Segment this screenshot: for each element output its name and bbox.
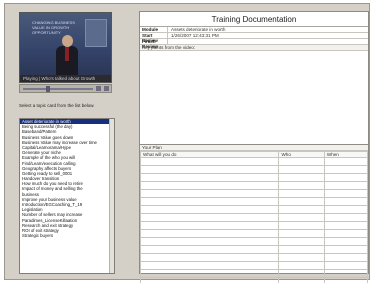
plan-row bbox=[139, 213, 369, 222]
plan-row bbox=[139, 269, 369, 278]
plan-cell-who[interactable] bbox=[278, 189, 325, 198]
plan-cell-what[interactable] bbox=[139, 189, 280, 198]
plan-cell-who[interactable] bbox=[278, 245, 325, 254]
plan-row bbox=[139, 253, 369, 262]
doc-title: Training Documentation bbox=[140, 12, 368, 27]
meta-label: Finish Review bbox=[140, 39, 168, 49]
plan-cell-what[interactable] bbox=[139, 165, 280, 174]
plan-cell-what[interactable] bbox=[139, 245, 280, 254]
meta-label: Module bbox=[140, 27, 168, 32]
meta-value[interactable]: Assets deteriorate in worth bbox=[168, 27, 225, 32]
meta-value[interactable] bbox=[168, 39, 171, 44]
plan-cell-who[interactable] bbox=[278, 213, 325, 222]
plan-row bbox=[139, 181, 369, 190]
plan-row bbox=[139, 205, 369, 214]
plan-cell-when[interactable] bbox=[323, 157, 369, 166]
plan-row bbox=[139, 277, 369, 283]
plan-cell-when[interactable] bbox=[323, 229, 369, 238]
plan-cell-what[interactable] bbox=[139, 261, 280, 270]
plan-cell-who[interactable] bbox=[278, 277, 325, 283]
plan-cell-who[interactable] bbox=[278, 237, 325, 246]
volume-button[interactable] bbox=[104, 86, 109, 91]
video-player[interactable]: CHANGING BUSINESS VALUE IN GROWTH OPPORT… bbox=[19, 12, 112, 83]
plan-row bbox=[139, 157, 369, 166]
plan-cell-when[interactable] bbox=[323, 165, 369, 174]
topic-items: Asset deteriorate in worth Being successf… bbox=[20, 119, 114, 238]
presentation-board bbox=[85, 19, 107, 47]
plan-cell-who[interactable] bbox=[278, 221, 325, 230]
presenter-tie bbox=[65, 47, 69, 61]
plan-cell-when[interactable] bbox=[323, 237, 369, 246]
plan-row bbox=[139, 261, 369, 270]
plan-cell-what[interactable] bbox=[139, 229, 280, 238]
seek-thumb[interactable] bbox=[46, 86, 50, 92]
topic-instruction: Select a topic card from the list below. bbox=[19, 103, 95, 108]
application-window: CHANGING BUSINESS VALUE IN GROWTH OPPORT… bbox=[4, 3, 370, 283]
plan-row bbox=[139, 173, 369, 182]
meta-label: Start Review bbox=[140, 33, 168, 43]
plan-cell-when[interactable] bbox=[323, 253, 369, 262]
play-pause-button[interactable] bbox=[96, 86, 101, 91]
plan-row bbox=[139, 221, 369, 230]
plan-cell-who[interactable] bbox=[278, 165, 325, 174]
plan-cell-what[interactable] bbox=[139, 157, 280, 166]
plan-cell-when[interactable] bbox=[323, 181, 369, 190]
plan-cell-what[interactable] bbox=[139, 197, 280, 206]
plan-row bbox=[139, 189, 369, 198]
topic-item[interactable]: Strategic buyers bbox=[20, 233, 114, 238]
plan-cell-when[interactable] bbox=[323, 245, 369, 254]
plan-cell-what[interactable] bbox=[139, 205, 280, 214]
meta-value[interactable]: 1/26/2007 12:43:31 PM bbox=[168, 33, 219, 38]
plan-cell-who[interactable] bbox=[278, 261, 325, 270]
plan-cell-who[interactable] bbox=[278, 229, 325, 238]
plan-cell-who[interactable] bbox=[278, 205, 325, 214]
plan-cell-what[interactable] bbox=[139, 221, 280, 230]
plan-rows bbox=[139, 157, 369, 283]
plan-cell-who[interactable] bbox=[278, 269, 325, 278]
plan-cell-who[interactable] bbox=[278, 173, 325, 182]
plan-cell-when[interactable] bbox=[323, 197, 369, 206]
presenter-head bbox=[62, 35, 73, 47]
plan-cell-what[interactable] bbox=[139, 173, 280, 182]
plan-cell-who[interactable] bbox=[278, 253, 325, 262]
training-documentation-panel: Training Documentation Module Assets det… bbox=[139, 11, 369, 283]
topic-list[interactable]: Asset deteriorate in worth Being successf… bbox=[19, 118, 115, 274]
plan-cell-what[interactable] bbox=[139, 253, 280, 262]
plan-cell-what[interactable] bbox=[139, 269, 280, 278]
keypoints-textarea[interactable] bbox=[140, 51, 368, 145]
plan-row bbox=[139, 237, 369, 246]
plan-cell-when[interactable] bbox=[323, 205, 369, 214]
plan-row bbox=[139, 197, 369, 206]
plan-cell-when[interactable] bbox=[323, 261, 369, 270]
plan-cell-when[interactable] bbox=[323, 213, 369, 222]
plan-row bbox=[139, 229, 369, 238]
video-controls[interactable] bbox=[19, 84, 112, 93]
plan-cell-who[interactable] bbox=[278, 157, 325, 166]
video-caption: Playing | Who's talked about Growth bbox=[20, 75, 111, 82]
plan-cell-who[interactable] bbox=[278, 197, 325, 206]
plan-cell-when[interactable] bbox=[323, 221, 369, 230]
video-slide-text: CHANGING BUSINESS VALUE IN GROWTH OPPORT… bbox=[32, 20, 75, 35]
plan-cell-who[interactable] bbox=[278, 181, 325, 190]
plan-row bbox=[139, 245, 369, 254]
plan-cell-what[interactable] bbox=[139, 181, 280, 190]
plan-cell-when[interactable] bbox=[323, 277, 369, 283]
seek-track[interactable] bbox=[23, 88, 93, 90]
plan-table: What will you do Who When bbox=[139, 151, 369, 283]
topic-list-scrollbar[interactable] bbox=[109, 119, 114, 273]
plan-cell-what[interactable] bbox=[139, 237, 280, 246]
plan-cell-when[interactable] bbox=[323, 189, 369, 198]
plan-cell-what[interactable] bbox=[139, 277, 280, 283]
plan-cell-when[interactable] bbox=[323, 173, 369, 182]
plan-row bbox=[139, 165, 369, 174]
plan-cell-what[interactable] bbox=[139, 213, 280, 222]
plan-cell-when[interactable] bbox=[323, 269, 369, 278]
